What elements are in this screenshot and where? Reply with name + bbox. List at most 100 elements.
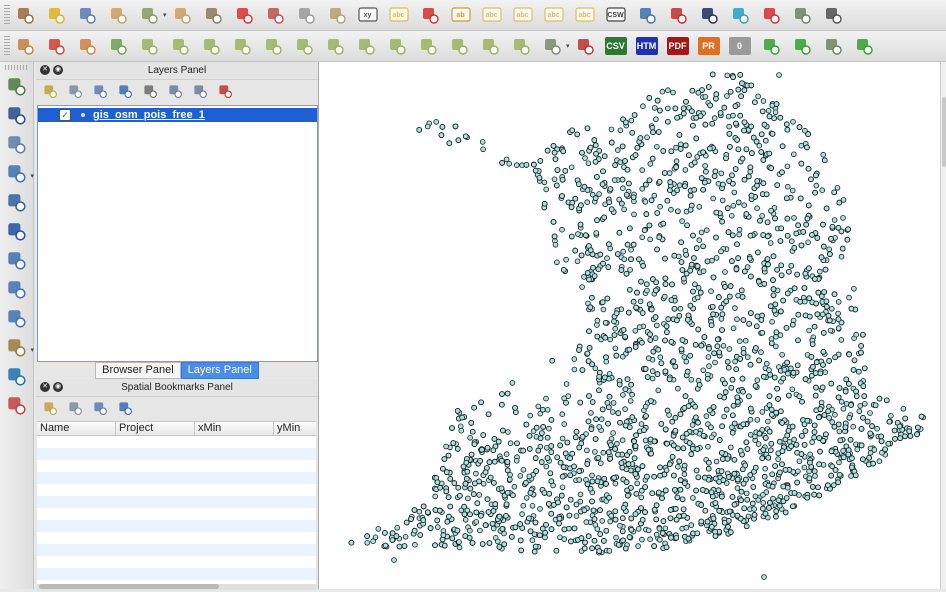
horizontal-scrollbar[interactable]: [37, 584, 316, 590]
table-row[interactable]: [37, 448, 316, 460]
adv-edit-9-icon[interactable]: [384, 34, 410, 58]
add-postgis-layer-icon[interactable]: [2, 131, 30, 157]
add-feature-icon[interactable]: [105, 3, 131, 27]
layer-item[interactable]: ✓ gis_osm_pois_free_1: [38, 108, 317, 122]
plugin-grid-icon[interactable]: [665, 3, 691, 27]
label-pin-icon[interactable]: ab: [448, 3, 474, 27]
export-pr-button[interactable]: PR: [696, 34, 722, 58]
panel-close-icon[interactable]: ✕: [40, 65, 50, 75]
add-green-icon[interactable]: [758, 34, 784, 58]
paint-brush-icon[interactable]: [40, 82, 60, 100]
table-row[interactable]: [37, 508, 316, 520]
plugin-globe-icon[interactable]: [851, 34, 877, 58]
table-row[interactable]: [37, 472, 316, 484]
tab-layers-panel[interactable]: Layers Panel: [180, 362, 259, 379]
move-feature-icon[interactable]: [136, 3, 162, 27]
adv-edit-3-icon[interactable]: [198, 34, 224, 58]
expand-all-icon[interactable]: [165, 82, 185, 100]
save-edits-icon[interactable]: [74, 3, 100, 27]
column-header-name[interactable]: Name: [37, 422, 117, 435]
add-wfs-layer-icon[interactable]: [2, 247, 30, 273]
adv-edit-11-icon[interactable]: [446, 34, 472, 58]
adv-edit-10-icon[interactable]: [415, 34, 441, 58]
adv-edit-8-icon[interactable]: [353, 34, 379, 58]
plugin-tool-icon[interactable]: [789, 3, 815, 27]
adv-edit-5-icon[interactable]: [260, 34, 286, 58]
table-row[interactable]: [37, 520, 316, 532]
chevron-down-icon[interactable]: ▾: [566, 42, 570, 50]
globe-icon[interactable]: [2, 363, 30, 389]
add-vector-layer-icon[interactable]: [2, 73, 30, 99]
layer-tree[interactable]: ✓ gis_osm_pois_free_1: [37, 105, 318, 362]
paste-features-icon[interactable]: [324, 3, 350, 27]
add-ring-icon[interactable]: [789, 34, 815, 58]
export-html-button[interactable]: HTM: [634, 34, 660, 58]
tab-browser-panel[interactable]: Browser Panel: [95, 362, 181, 379]
table-row[interactable]: [37, 568, 316, 580]
python-console-icon[interactable]: [634, 3, 660, 27]
filter-icon[interactable]: [115, 82, 135, 100]
redo-icon[interactable]: [105, 34, 131, 58]
panel-close-icon[interactable]: ✕: [40, 382, 50, 392]
chevron-down-icon[interactable]: ▾: [30, 346, 34, 354]
table-row[interactable]: [37, 532, 316, 544]
cut-features-icon[interactable]: [262, 3, 288, 27]
share-bookmark-icon[interactable]: [115, 399, 135, 417]
adv-edit-6-icon[interactable]: [291, 34, 317, 58]
label-icon[interactable]: abc: [386, 3, 412, 27]
table-row[interactable]: [37, 460, 316, 472]
table-row[interactable]: [37, 544, 316, 556]
plugin-m-icon[interactable]: [727, 3, 753, 27]
counter-badge[interactable]: 0: [727, 34, 753, 58]
add-wms-layer-icon[interactable]: [2, 189, 30, 215]
label-rotate-icon[interactable]: abc: [541, 3, 567, 27]
zoom-to-bookmark-icon[interactable]: [40, 399, 60, 417]
column-header-project[interactable]: Project: [116, 422, 196, 435]
digitize-icon[interactable]: [12, 3, 38, 27]
rotate-feature-icon[interactable]: [539, 34, 565, 58]
plugin-zoom-icon[interactable]: [820, 3, 846, 27]
node-tool-icon[interactable]: [169, 3, 195, 27]
chevron-down-icon[interactable]: ▾: [163, 11, 167, 19]
node-edit-icon[interactable]: [200, 3, 226, 27]
plugin-refresh-icon[interactable]: [758, 3, 784, 27]
plugin-curve-icon[interactable]: [696, 3, 722, 27]
measure-icon[interactable]: [12, 34, 38, 58]
table-row[interactable]: [37, 436, 316, 448]
export-csv-button[interactable]: CSV: [603, 34, 629, 58]
magnet-icon[interactable]: [43, 34, 69, 58]
panel-float-icon[interactable]: ◉: [53, 382, 63, 392]
add-spatialite-layer-icon[interactable]: ▾: [2, 160, 34, 186]
add-virtual-layer-icon[interactable]: [2, 305, 30, 331]
adv-edit-12-icon[interactable]: [477, 34, 503, 58]
column-header-ymin[interactable]: yMin: [274, 422, 316, 435]
add-raster-layer-icon[interactable]: [2, 102, 30, 128]
expression-filter-icon[interactable]: [140, 82, 160, 100]
table-row[interactable]: [37, 496, 316, 508]
undo-icon[interactable]: [74, 34, 100, 58]
column-header-xmin[interactable]: xMin: [195, 422, 275, 435]
table-row[interactable]: [37, 484, 316, 496]
map-canvas[interactable]: [318, 62, 941, 589]
toolbar-grip[interactable]: [5, 65, 27, 70]
chevron-down-icon[interactable]: ▾: [30, 172, 34, 180]
collapse-all-icon[interactable]: [190, 82, 210, 100]
add-delimited-layer-icon[interactable]: [2, 276, 30, 302]
add-group-icon[interactable]: [65, 82, 85, 100]
add-wcs-layer-icon[interactable]: [2, 218, 30, 244]
toolbar-grip[interactable]: [4, 36, 10, 56]
label-move-icon[interactable]: abc: [510, 3, 536, 27]
table-row[interactable]: [37, 556, 316, 568]
new-layer-icon[interactable]: ▾: [2, 334, 34, 360]
bookmarks-table[interactable]: Name Project xMin yMin: [37, 421, 316, 590]
adv-edit-4-icon[interactable]: [229, 34, 255, 58]
split-icon[interactable]: [820, 34, 846, 58]
new-bookmark-icon[interactable]: [65, 399, 85, 417]
panel-float-icon[interactable]: ◉: [53, 65, 63, 75]
toggle-editing-icon[interactable]: [43, 3, 69, 27]
copy-features-icon[interactable]: [293, 3, 319, 27]
adv-edit-1-icon[interactable]: [136, 34, 162, 58]
export-pdf-button[interactable]: PDF: [665, 34, 691, 58]
xy-tool-icon[interactable]: xy: [355, 3, 381, 27]
adv-edit-7-icon[interactable]: [322, 34, 348, 58]
